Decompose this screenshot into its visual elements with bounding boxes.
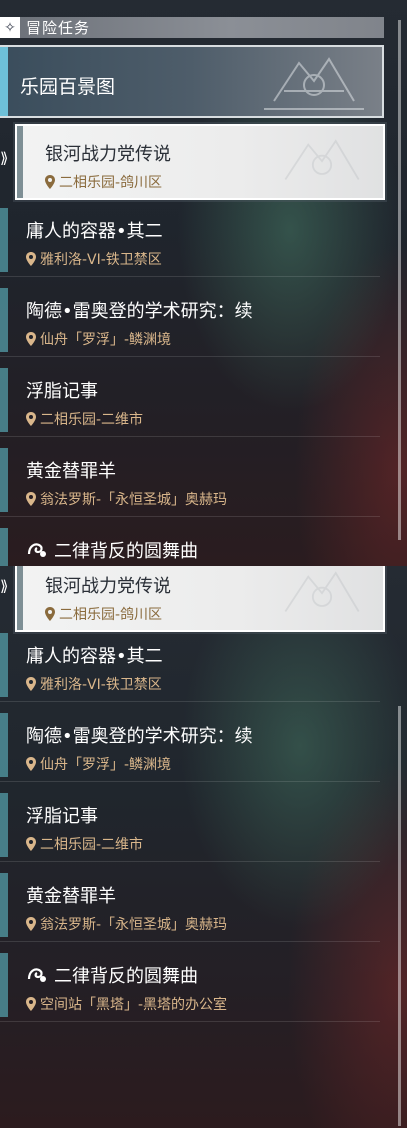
quest-location-text: 二相乐园-鸽川区 [59,175,163,191]
quest-panel-top: ✧ 冒险任务 乐园百景图 ⟫ 银河战力党传说 二相乐园-鸽川区 庸人的容器•其二… [0,0,407,566]
quest-location-text: 二相乐园-二维市 [40,837,144,853]
quest-title: 庸人的容器•其二 [26,646,163,667]
featured-title: 乐园百景图 [20,76,116,98]
quest-row[interactable]: 浮脂记事 二相乐园-二维市 [0,790,380,862]
location-pin-icon [26,332,36,346]
quest-location: 二相乐园-鸽川区 [45,604,162,624]
quest-title: 二律背反的圆舞曲 [26,962,198,988]
quest-title: 银河战力党传说 [45,144,171,165]
quest-title: 浮脂记事 [26,806,98,827]
quest-location-text: 仙舟「罗浮」-鳞渊境 [40,757,172,773]
quest-row-tab [0,873,8,937]
quest-row-tab [0,953,8,1017]
location-pin-icon [26,837,36,851]
quest-location: 二相乐园-二维市 [26,409,143,429]
quest-row[interactable]: 陶德•雷奥登的学术研究：续 仙舟「罗浮」-鳞渊境 [0,285,380,357]
scrollbar[interactable] [398,706,401,1126]
quest-row[interactable]: 二律背反的圆舞曲 空间站「黑塔」-黑塔的办公室 [0,950,380,1022]
emblem-watermark-icon [284,139,360,181]
quest-title-text: 二律背反的圆舞曲 [54,541,198,562]
quest-location: 雅利洛-VI-铁卫禁区 [26,674,162,694]
quest-title: 庸人的容器•其二 [26,221,163,242]
quest-location: 二相乐园-二维市 [26,834,143,854]
quest-title: 陶德•雷奥登的学术研究：续 [26,726,253,747]
quest-row[interactable]: 庸人的容器•其二 雅利洛-VI-铁卫禁区 [0,205,380,277]
quest-location-text: 雅利洛-VI-铁卫禁区 [40,677,162,693]
special-quest-icon [27,968,46,982]
selected-accent-bar [17,126,23,198]
scrollbar[interactable] [398,20,401,540]
special-quest-icon [27,543,46,557]
location-pin-icon [45,607,55,621]
selected-accent-bar [17,566,23,630]
selected-quest-card[interactable]: 银河战力党传说 二相乐园-鸽川区 [15,566,385,632]
quest-row[interactable]: 黄金替罪羊 翁法罗斯-「永恒圣城」奥赫玛 [0,870,380,942]
location-pin-icon [26,492,36,506]
featured-accent-bar [0,47,8,116]
quest-location: 二相乐园-鸽川区 [45,172,162,192]
location-pin-icon [26,252,36,266]
quest-row-tab [0,633,8,697]
featured-paradise-card[interactable]: 乐园百景图 [0,45,384,118]
quest-row-tab [0,528,8,566]
quest-row[interactable]: 黄金替罪羊 翁法罗斯-「永恒圣城」奥赫玛 [0,445,380,517]
location-pin-icon [45,175,55,189]
quest-location-text: 雅利洛-VI-铁卫禁区 [40,252,162,268]
selected-quest-card[interactable]: 银河战力党传说 二相乐园-鸽川区 [15,124,385,200]
quest-row-tab [0,368,8,432]
quest-row-tab [0,288,8,352]
location-pin-icon [26,917,36,931]
selection-arrow-icon: ⟫ [0,577,9,595]
quest-location: 仙舟「罗浮」-鳞渊境 [26,329,171,349]
quest-row[interactable]: 二律背反的圆舞曲 [0,525,380,566]
quest-location-text: 翁法罗斯-「永恒圣城」奥赫玛 [40,492,228,508]
selection-arrow-icon: ⟫ [0,149,9,167]
quest-location-text: 空间站「黑塔」-黑塔的办公室 [40,997,228,1013]
quest-title: 陶德•雷奥登的学术研究：续 [26,301,253,322]
quest-location-text: 仙舟「罗浮」-鳞渊境 [40,332,172,348]
quest-row-tab [0,793,8,857]
quest-location: 雅利洛-VI-铁卫禁区 [26,249,162,269]
quest-panel-bottom: ⟫ 银河战力党传说 二相乐园-鸽川区 庸人的容器•其二 雅利洛-VI-铁卫禁区 … [0,566,407,1128]
quest-title: 黄金替罪羊 [26,886,116,907]
quest-row[interactable]: 浮脂记事 二相乐园-二维市 [0,365,380,437]
quest-title: 黄金替罪羊 [26,461,116,482]
location-pin-icon [26,997,36,1011]
quest-location-text: 二相乐园-二维市 [40,412,144,428]
section-title: 冒险任务 [26,19,91,37]
location-pin-icon [26,677,36,691]
quest-location: 仙舟「罗浮」-鳞渊境 [26,754,171,774]
quest-location: 空间站「黑塔」-黑塔的办公室 [26,994,227,1014]
emblem-watermark-icon [264,57,364,110]
quest-title: 浮脂记事 [26,381,98,402]
quest-title-text: 二律背反的圆舞曲 [54,966,198,987]
section-header: ✧ 冒险任务 [0,17,384,38]
diamond-sparkle-icon: ✧ [0,17,20,38]
quest-location: 翁法罗斯-「永恒圣城」奥赫玛 [26,489,227,509]
quest-row-tab [0,713,8,777]
location-pin-icon [26,412,36,426]
location-pin-icon [26,757,36,771]
quest-row-tab [0,208,8,272]
quest-location: 翁法罗斯-「永恒圣城」奥赫玛 [26,914,227,934]
quest-title: 银河战力党传说 [45,576,171,597]
quest-location-text: 二相乐园-鸽川区 [59,607,163,623]
quest-location-text: 翁法罗斯-「永恒圣城」奥赫玛 [40,917,228,933]
emblem-watermark-icon [284,571,360,613]
quest-row[interactable]: 陶德•雷奥登的学术研究：续 仙舟「罗浮」-鳞渊境 [0,710,380,782]
quest-row[interactable]: 庸人的容器•其二 雅利洛-VI-铁卫禁区 [0,630,380,702]
quest-title: 二律背反的圆舞曲 [26,537,198,563]
quest-row-tab [0,448,8,512]
